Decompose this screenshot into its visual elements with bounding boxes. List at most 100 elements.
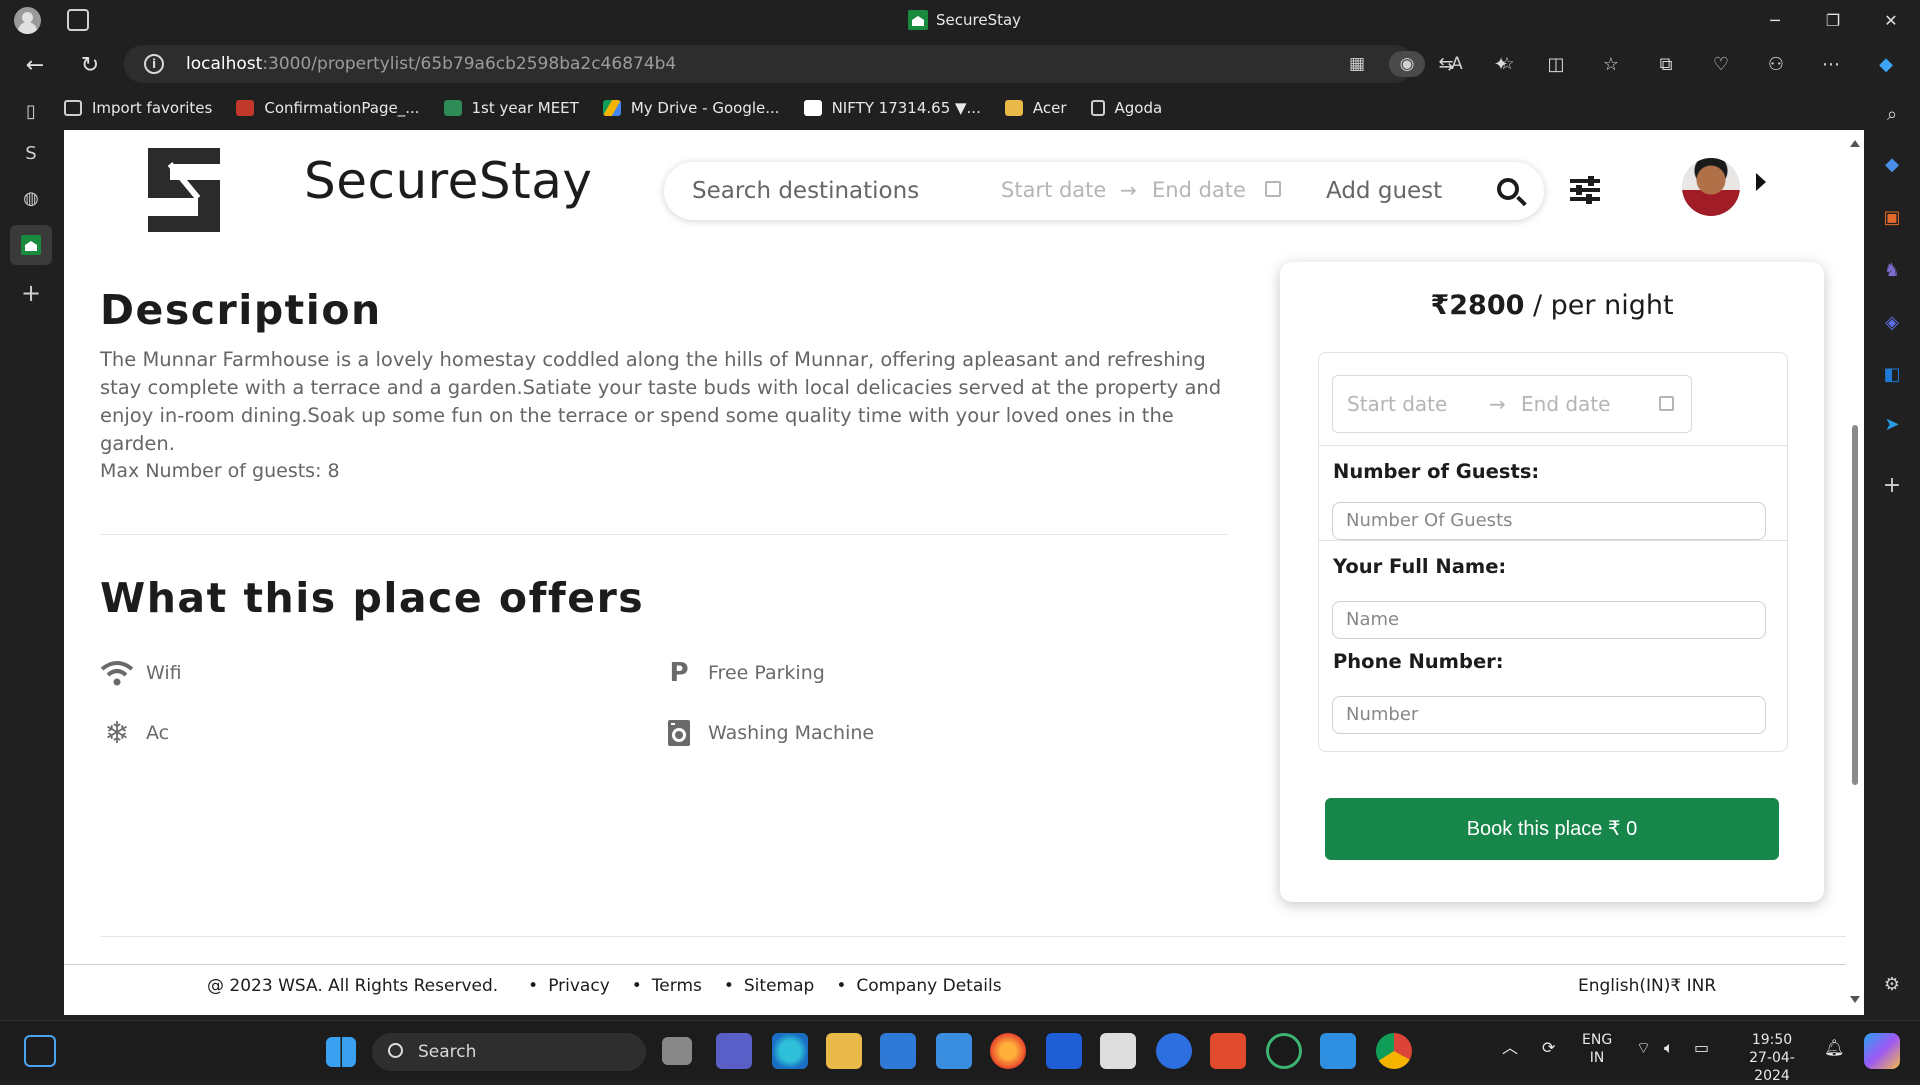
favorites-icon[interactable]: ☆ bbox=[1595, 50, 1627, 78]
edge-taskbar-icon[interactable] bbox=[772, 1033, 808, 1069]
url-text[interactable]: localhost:3000/propertylist/65b79a6cb259… bbox=[186, 54, 676, 74]
dropbox-icon[interactable] bbox=[1046, 1033, 1082, 1069]
task-view-icon[interactable] bbox=[662, 1037, 692, 1065]
collections-icon[interactable]: ⧉ bbox=[1650, 50, 1682, 78]
footer-link-sitemap[interactable]: Sitemap bbox=[724, 976, 814, 996]
import-icon bbox=[64, 100, 82, 116]
teams-icon[interactable] bbox=[716, 1033, 752, 1069]
translate-icon[interactable]: ⇆ bbox=[1430, 50, 1462, 78]
favorite-acer[interactable]: Acer bbox=[1004, 99, 1067, 117]
language-indicator[interactable]: ENG IN bbox=[1582, 1031, 1612, 1067]
copilot-taskbar-icon[interactable] bbox=[1864, 1033, 1900, 1069]
sidebar-send-icon[interactable]: ➤ bbox=[1878, 410, 1906, 438]
tray-chevron-icon[interactable]: ︿ bbox=[1502, 1039, 1518, 1057]
search-icon[interactable] bbox=[1497, 178, 1519, 200]
locale-currency[interactable]: English(IN)₹ INR bbox=[1578, 976, 1716, 996]
sidebar-office-icon[interactable]: ◈ bbox=[1878, 308, 1906, 336]
extensions-icon[interactable]: ✦ bbox=[1485, 50, 1517, 78]
address-bar[interactable]: i localhost:3000/propertylist/65b79a6cb2… bbox=[124, 45, 1515, 83]
favorite-agoda[interactable]: Agoda bbox=[1090, 99, 1162, 117]
wifi-icon[interactable]: ⌔ bbox=[1636, 1039, 1651, 1057]
footer-link-terms[interactable]: Terms bbox=[632, 976, 702, 996]
site-info-icon[interactable]: i bbox=[144, 54, 164, 74]
favorite-import[interactable]: Import favorites bbox=[64, 99, 212, 117]
chrome-icon[interactable] bbox=[1376, 1033, 1412, 1069]
favorite-drive[interactable]: My Drive - Google... bbox=[602, 99, 780, 117]
vscode-icon[interactable] bbox=[1320, 1033, 1356, 1069]
battery-icon[interactable]: ▭ bbox=[1694, 1039, 1709, 1057]
maximize-icon[interactable]: ❐ bbox=[1805, 0, 1861, 40]
footer-link-company-details[interactable]: Company Details bbox=[836, 976, 1001, 996]
notification-bell-icon[interactable]: 🔔︎ bbox=[1824, 1039, 1844, 1057]
sidebar-games-icon[interactable]: ♞ bbox=[1878, 256, 1906, 284]
phone-input[interactable]: Number bbox=[1332, 696, 1766, 734]
booking-end-date[interactable]: End date bbox=[1521, 392, 1610, 416]
guests-input[interactable]: Number Of Guests bbox=[1332, 502, 1766, 540]
volume-icon[interactable]: 🔈︎ bbox=[1664, 1039, 1674, 1057]
apps-icon[interactable]: ▦ bbox=[1339, 51, 1375, 77]
tab-site-icon[interactable]: S bbox=[16, 138, 46, 168]
sidebar-settings-icon[interactable]: ⚙ bbox=[1878, 970, 1906, 998]
new-tab-icon[interactable]: + bbox=[16, 278, 46, 308]
favorite-confirmation[interactable]: ConfirmationPage_... bbox=[236, 99, 420, 117]
user-avatar[interactable] bbox=[1682, 158, 1740, 216]
brand-name[interactable]: SecureStay bbox=[304, 152, 592, 210]
sidebar-search-icon[interactable]: ⌕ bbox=[1878, 100, 1906, 128]
tab-actions-icon[interactable] bbox=[67, 9, 89, 31]
calendar-icon[interactable] bbox=[1659, 396, 1674, 411]
tab-securestay-icon[interactable] bbox=[10, 225, 52, 265]
favorite-nifty[interactable]: NIFTY 17314.65 ▼... bbox=[803, 99, 981, 117]
page-scrollbar[interactable] bbox=[1846, 130, 1864, 1015]
caret-right-icon[interactable] bbox=[1756, 173, 1766, 191]
filter-sliders-icon[interactable] bbox=[1570, 176, 1600, 204]
refresh-icon[interactable]: ↻ bbox=[75, 50, 105, 80]
search-start-date[interactable]: Start date bbox=[1001, 178, 1106, 202]
browser-essentials-icon[interactable]: ♡ bbox=[1705, 50, 1737, 78]
sync-app-icon[interactable] bbox=[1156, 1033, 1192, 1069]
store-icon[interactable] bbox=[880, 1033, 916, 1069]
amazon-icon[interactable] bbox=[1100, 1033, 1136, 1069]
booking-date-range[interactable]: Start date → End date bbox=[1332, 375, 1692, 433]
more-menu-icon[interactable]: ⋯ bbox=[1815, 50, 1847, 78]
favorite-meet[interactable]: 1st year MEET bbox=[443, 99, 579, 117]
mongodb-icon[interactable] bbox=[1266, 1033, 1302, 1069]
calendar-icon[interactable] bbox=[1265, 181, 1281, 197]
widgets-icon[interactable] bbox=[24, 1035, 56, 1067]
sync-status-icon[interactable]: ⟳ bbox=[1542, 1039, 1555, 1057]
performance-icon[interactable]: ⚇ bbox=[1760, 50, 1792, 78]
windows-start-icon[interactable] bbox=[326, 1037, 356, 1067]
file-explorer-icon[interactable] bbox=[826, 1033, 862, 1069]
split-screen-icon[interactable]: ◫ bbox=[1540, 50, 1572, 78]
destination-input[interactable]: Search destinations bbox=[692, 178, 919, 204]
scroll-thumb[interactable] bbox=[1852, 425, 1858, 785]
sidebar-tools-icon[interactable]: ▣ bbox=[1878, 203, 1906, 231]
tracking-prevention-icon[interactable]: ◉ bbox=[1389, 51, 1425, 77]
close-icon[interactable]: ✕ bbox=[1863, 0, 1919, 40]
browser-profile-icon[interactable] bbox=[14, 7, 41, 34]
booking-start-date[interactable]: Start date bbox=[1347, 392, 1447, 416]
firefox-icon[interactable] bbox=[990, 1033, 1026, 1069]
sidebar-outlook-icon[interactable]: ◧ bbox=[1878, 360, 1906, 388]
sidebar-shopping-icon[interactable]: ◆ bbox=[1878, 150, 1906, 178]
securestay-logo[interactable] bbox=[140, 142, 228, 238]
clock[interactable]: 19:50 27-04-2024 bbox=[1734, 1031, 1810, 1085]
booking-card: ₹2800 / per night Start date → End date … bbox=[1280, 262, 1824, 902]
mail-icon[interactable] bbox=[936, 1033, 972, 1069]
name-input[interactable]: Name bbox=[1332, 601, 1766, 639]
offers-heading: What this place offers bbox=[100, 574, 645, 622]
search-bar[interactable]: Search destinations Start date → End dat… bbox=[664, 162, 1544, 220]
tab-panel-icon[interactable]: ▯ bbox=[16, 96, 46, 126]
back-icon[interactable]: ← bbox=[20, 50, 50, 80]
minimize-icon[interactable]: ─ bbox=[1747, 0, 1803, 40]
wps-office-icon[interactable] bbox=[1210, 1033, 1246, 1069]
book-place-button[interactable]: Book this place ₹ 0 bbox=[1325, 798, 1779, 860]
sidebar-add-icon[interactable]: + bbox=[1878, 471, 1906, 499]
add-guest-input[interactable]: Add guest bbox=[1326, 178, 1442, 204]
taskbar-search[interactable]: Search bbox=[372, 1033, 646, 1071]
scroll-down-icon[interactable] bbox=[1850, 996, 1860, 1003]
search-end-date[interactable]: End date bbox=[1152, 178, 1246, 202]
copilot-icon[interactable]: ◆ bbox=[1870, 50, 1902, 78]
scroll-up-icon[interactable] bbox=[1850, 140, 1860, 147]
tab-globe-icon[interactable]: ◍ bbox=[16, 183, 46, 213]
footer-link-privacy[interactable]: Privacy bbox=[528, 976, 610, 996]
